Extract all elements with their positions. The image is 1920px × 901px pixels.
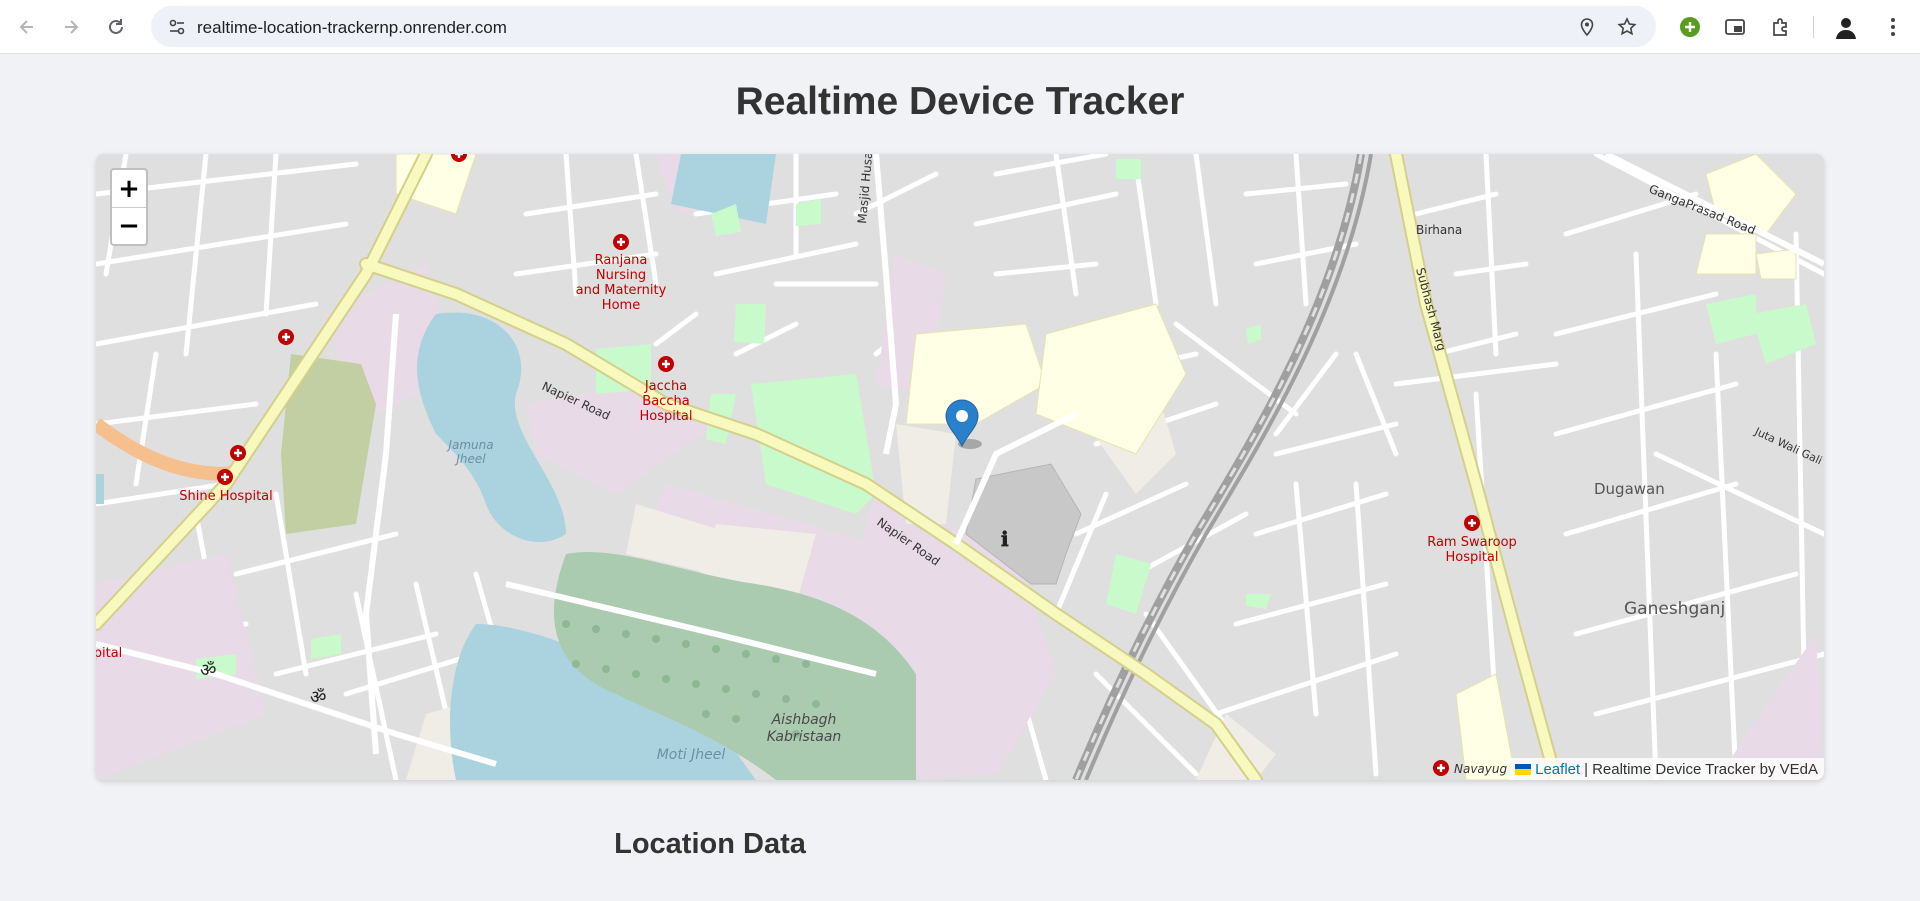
picture-in-picture-icon[interactable] (1722, 14, 1748, 40)
map-container[interactable]: ℹ Ranjana Nursing and Maternity Home Jac… (96, 154, 1824, 780)
leaflet-link[interactable]: Leaflet (1535, 761, 1580, 778)
zoom-in-button[interactable]: + (112, 170, 146, 207)
label-jaccha-1: Jaccha (644, 379, 687, 394)
svg-text:ℹ: ℹ (1001, 527, 1009, 551)
label-ranjana-2: Nursing (596, 268, 646, 283)
forward-button[interactable] (54, 10, 88, 44)
label-navayug: Navayug (1454, 762, 1507, 776)
arrow-right-icon (65, 20, 79, 34)
label-ranjana-4: Home (602, 298, 640, 313)
label-ram-swaroop-2: Hospital (1445, 550, 1498, 565)
extension-green-icon[interactable] (1677, 14, 1703, 40)
label-jaccha-2: Baccha (642, 394, 689, 409)
map-attribution: Leaflet | Realtime Device Tracker by VEd… (1509, 758, 1824, 780)
label-shine-hospital: Shine Hospital (179, 489, 273, 504)
label-aishbagh-2: Kabristaan (767, 729, 842, 745)
attribution-text: Realtime Device Tracker by VEdA (1592, 760, 1818, 778)
reload-button[interactable] (99, 10, 133, 44)
zoom-control: + − (110, 168, 148, 246)
label-ranjana-3: and Maternity (576, 283, 667, 298)
extensions-puzzle-icon[interactable] (1768, 14, 1794, 40)
svg-text:ॐ: ॐ (310, 687, 326, 708)
label-ganeshganj: Ganeshganj (1624, 599, 1725, 619)
label-jamuna-2: Jheel (454, 452, 486, 466)
location-data-heading: Location Data (614, 828, 806, 860)
profile-avatar[interactable] (1833, 14, 1859, 40)
site-settings-icon[interactable] (167, 17, 187, 37)
label-dugawan: Dugawan (1594, 480, 1665, 498)
label-jaccha-3: Hospital (639, 409, 692, 424)
attribution-separator: | (1584, 760, 1589, 778)
location-pin-icon[interactable] (1577, 17, 1597, 37)
browser-toolbar: realtime-location-trackernp.onrender.com (0, 0, 1920, 54)
label-birhana: Birhana (1416, 223, 1462, 237)
label-ram-swaroop-1: Ram Swaroop (1427, 535, 1517, 550)
label-aishbagh-1: Aishbagh (771, 712, 837, 728)
toolbar-separator (1813, 16, 1814, 38)
label-jamuna-1: Jamuna (446, 438, 493, 452)
url-text[interactable]: realtime-location-trackernp.onrender.com (197, 18, 507, 38)
reload-icon (109, 19, 123, 34)
address-bar[interactable]: realtime-location-trackernp.onrender.com (151, 6, 1656, 47)
bookmark-star-icon[interactable] (1617, 17, 1637, 37)
svg-text:ॐ: ॐ (200, 660, 216, 681)
page-title: Realtime Device Tracker (735, 80, 1185, 123)
map-tiles[interactable]: ℹ Ranjana Nursing and Maternity Home Jac… (96, 154, 1824, 780)
label-hospital-edge: pital (96, 646, 122, 661)
menu-kebab-icon[interactable] (1880, 14, 1906, 40)
label-moti-jheel: Moti Jheel (657, 747, 726, 763)
label-ranjana-1: Ranjana (595, 253, 648, 268)
arrow-left-icon (19, 20, 33, 34)
back-button[interactable] (10, 10, 44, 44)
ukraine-flag-icon (1515, 763, 1532, 775)
zoom-out-button[interactable]: − (112, 207, 146, 244)
